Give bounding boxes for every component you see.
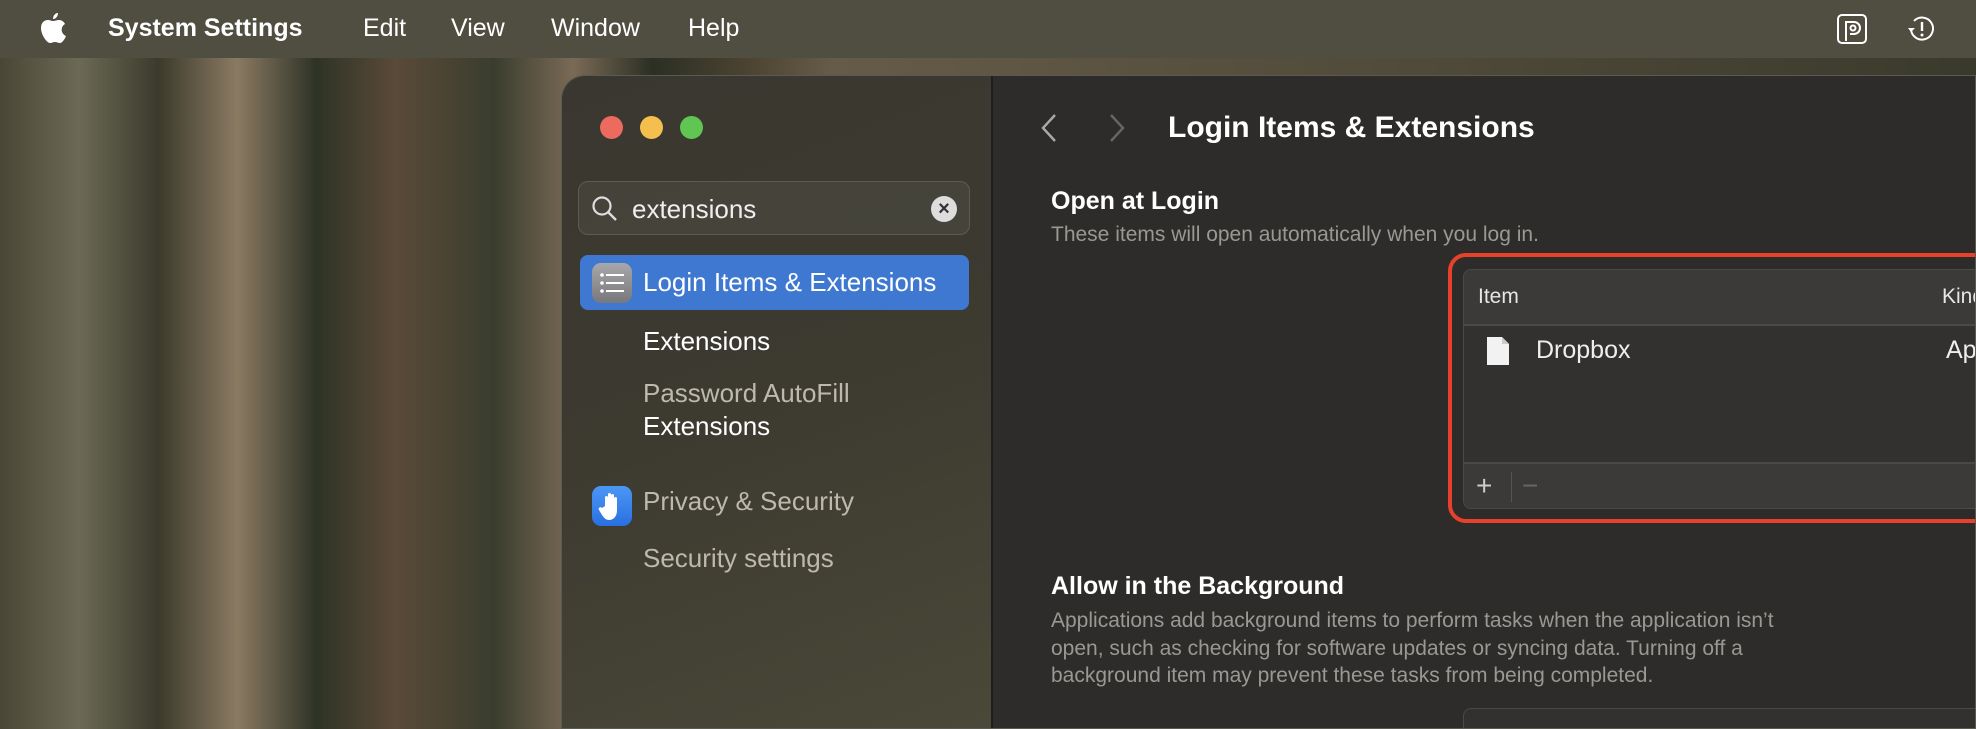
sidebar-item-password-autofill-extensions[interactable]: Password AutoFill Extensions [643, 377, 850, 443]
menu-help[interactable]: Help [688, 14, 739, 43]
add-item-button[interactable]: + [1476, 470, 1492, 502]
menu-bar: System Settings Edit View Window Help [0, 0, 1976, 58]
back-chevron-icon[interactable] [1039, 112, 1059, 144]
open-at-login-description: These items will open automatically when… [1051, 223, 1539, 246]
allow-background-description: Applications add background items to per… [1051, 607, 1774, 690]
button-separator [1511, 472, 1512, 502]
content-pane: Login Items & Extensions Open at Login T… [993, 76, 1975, 728]
column-header-kind[interactable]: Kind [1942, 285, 1975, 309]
description-line: Applications add background items to per… [1051, 609, 1774, 632]
forward-chevron-icon[interactable] [1107, 112, 1127, 144]
item-name: Dropbox [1536, 336, 1631, 364]
column-header-item[interactable]: Item [1478, 285, 1519, 309]
page-title: Login Items & Extensions [1168, 111, 1535, 144]
menu-window[interactable]: Window [551, 14, 640, 43]
item-kind: Application [1946, 336, 1976, 364]
remove-item-button[interactable]: − [1522, 470, 1538, 502]
close-window-button[interactable] [600, 116, 623, 139]
sidebar-item-label: Extensions [643, 411, 771, 441]
open-at-login-heading: Open at Login [1051, 187, 1220, 215]
list-icon [592, 263, 632, 303]
sidebar-item-extensions[interactable]: Extensions [643, 326, 770, 357]
sidebar-item-label: Login Items & Extensions [643, 267, 937, 297]
description-line: background item may prevent these tasks … [1051, 664, 1654, 687]
apple-logo-icon[interactable] [40, 13, 66, 43]
sidebar: extensions × Login Items & Extensions Ex… [562, 76, 991, 728]
sidebar-item-label: Password AutoFill [643, 378, 850, 408]
menu-edit[interactable]: Edit [363, 14, 406, 43]
hand-icon [592, 486, 632, 526]
table-header: Item Kind [1464, 270, 1975, 326]
table-footer: + − [1464, 462, 1975, 508]
allow-background-heading: Allow in the Background [1051, 572, 1345, 600]
sidebar-item-security-settings[interactable]: Security settings [643, 543, 834, 574]
table-row[interactable]: Dropbox Application [1464, 328, 1976, 374]
document-icon [1487, 337, 1509, 365]
sidebar-item-login-items[interactable]: Login Items & Extensions [580, 255, 969, 310]
search-input[interactable]: extensions [632, 194, 756, 225]
zoom-window-button[interactable] [680, 116, 703, 139]
time-machine-icon[interactable] [1906, 14, 1936, 44]
sidebar-item-label: Privacy & Security [643, 486, 854, 516]
login-items-table: Item Kind Dropbox Application + − [1463, 269, 1976, 509]
background-items-list [1463, 708, 1975, 728]
parking-app-icon[interactable] [1836, 13, 1868, 45]
menu-app-name[interactable]: System Settings [108, 14, 303, 43]
clear-search-icon[interactable]: × [931, 196, 957, 222]
minimize-window-button[interactable] [640, 116, 663, 139]
description-line: open, such as checking for software upda… [1051, 636, 1743, 660]
search-icon [592, 196, 617, 221]
system-settings-window: extensions × Login Items & Extensions Ex… [561, 75, 1976, 729]
menu-view[interactable]: View [451, 14, 505, 43]
search-field[interactable]: extensions × [578, 181, 970, 235]
